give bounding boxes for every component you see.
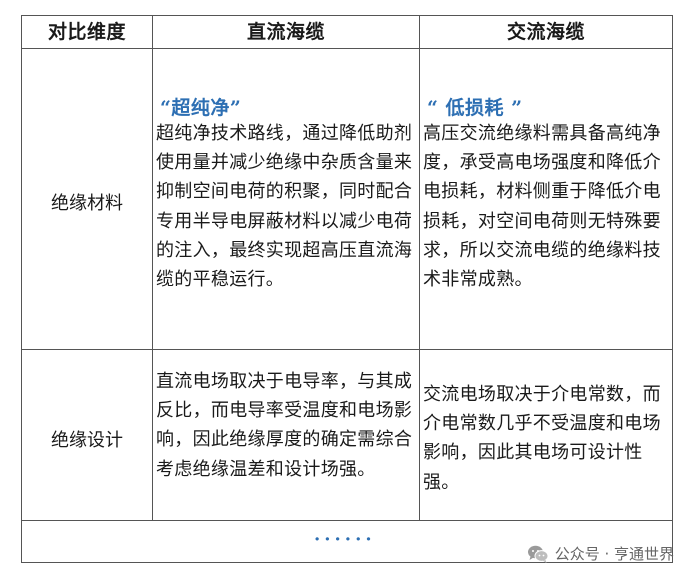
header-dimension: 对比维度	[47, 21, 126, 43]
continuation-dots: ······	[314, 529, 376, 550]
dc-design-text: 直流电场取决于电导率，与其成反比，而电导率受温度和电场影响，因此绝缘厚度的确定需…	[156, 371, 413, 480]
header-dc-cable: 直流海缆	[246, 21, 325, 43]
row1-divider	[22, 349, 672, 350]
col2-divider	[419, 16, 420, 520]
ac-design-text: 交流电场取决于介电常数，而介电常数几乎不受温度和电场影响，因此其电场可设计性强。	[423, 384, 661, 493]
comparison-table: 对比维度 直流海缆 交流海缆 绝缘材料 “超纯净” 超纯净技术路线，通过降低助剂…	[21, 15, 673, 563]
watermark-text: 公众号 · 亨通世界	[554, 545, 674, 563]
wechat-icon	[527, 544, 549, 564]
dc-material-text: 超纯净技术路线，通过降低助剂使用量并减少绝缘中杂质含量来抑制空间电荷的积聚，同时…	[156, 123, 413, 291]
dc-material-highlight: “超纯净”	[160, 97, 242, 119]
ac-material-text: 高压交流绝缘料需具备高纯净度，承受高电场强度和降低介电损耗，材料侧重于降低介电损…	[423, 123, 661, 291]
row-label-insulation-design: 绝缘设计	[51, 430, 123, 451]
col1-divider	[152, 16, 153, 520]
header-ac-cable: 交流海缆	[506, 21, 585, 43]
header-divider	[22, 48, 672, 49]
ac-material-highlight: “ 低损耗 ”	[427, 97, 523, 119]
row-label-insulation-material: 绝缘材料	[51, 193, 123, 214]
watermark: 公众号 · 亨通世界	[527, 543, 674, 564]
row2-divider	[22, 520, 672, 521]
